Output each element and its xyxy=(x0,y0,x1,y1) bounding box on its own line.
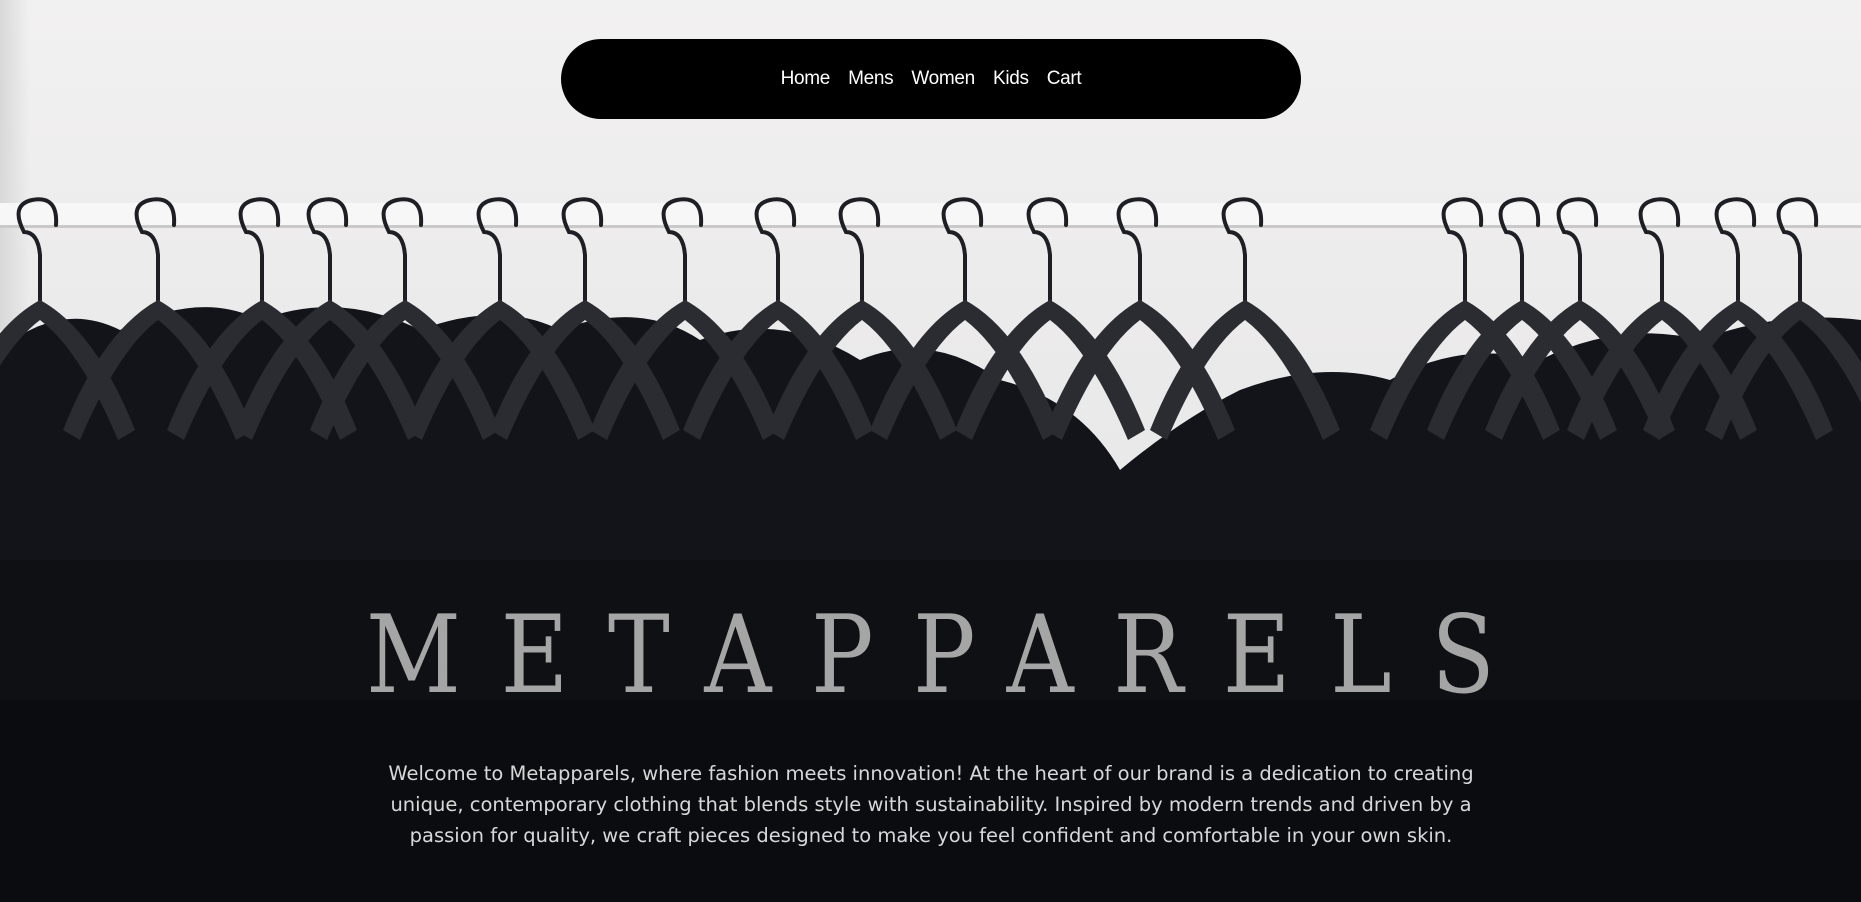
hero-section: Home Mens Women Kids Cart METAPPARELS We… xyxy=(0,0,1861,902)
main-navbar: Home Mens Women Kids Cart xyxy=(561,39,1301,119)
nav-kids-link[interactable]: Kids xyxy=(993,68,1029,90)
brand-title: METAPPARELS xyxy=(365,593,1535,719)
nav-cart-link[interactable]: Cart xyxy=(1047,68,1082,90)
nav-home-link[interactable]: Home xyxy=(781,68,831,90)
brand-description: Welcome to Metapparels, where fashion me… xyxy=(388,761,1474,847)
nav-women-link[interactable]: Women xyxy=(911,68,975,90)
nav-mens-link[interactable]: Mens xyxy=(848,68,894,90)
